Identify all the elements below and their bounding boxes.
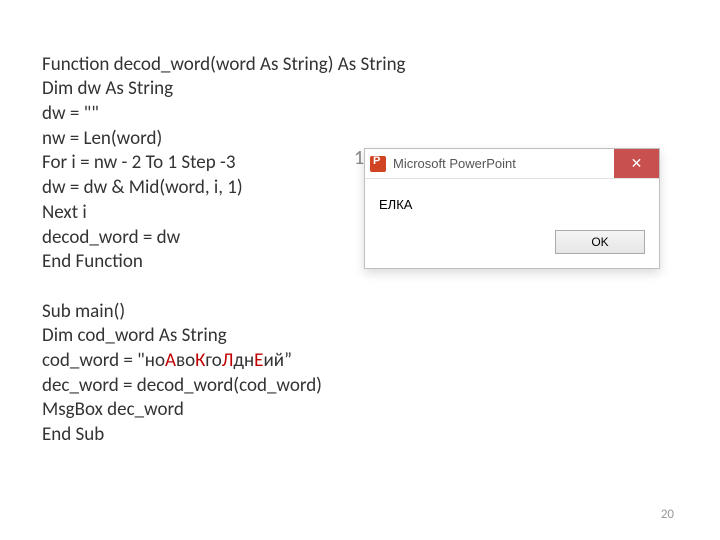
code-line: nw = Len(word) (42, 127, 162, 150)
close-icon: ✕ (631, 155, 643, 172)
truncated-number: 1 (354, 146, 364, 170)
code-line: Sub main() (42, 300, 125, 323)
page-number: 20 (661, 507, 674, 522)
code-line: Function decod_word(word As String) As S… (42, 53, 406, 76)
code-line: Dim dw As String (42, 77, 173, 100)
ok-button[interactable]: OK (555, 230, 645, 254)
dialog-message: ЕЛКА (365, 179, 659, 222)
code-line: Dim cod_word As String (42, 324, 227, 347)
code-line: For i = nw - 2 To 1 Step -3 (42, 151, 235, 174)
powerpoint-icon (370, 156, 386, 172)
code-line: MsgBox dec_word (42, 398, 184, 421)
message-box: Microsoft PowerPoint ✕ ЕЛКА OK (364, 148, 660, 269)
code-line: dw = "" (42, 102, 99, 125)
code-line: decod_word = dw (42, 226, 180, 249)
highlight-K: К (195, 349, 205, 372)
code-line: End Function (42, 250, 143, 273)
dialog-title: Microsoft PowerPoint (391, 149, 614, 178)
titlebar: Microsoft PowerPoint ✕ (365, 149, 659, 179)
highlight-L: Л (222, 349, 234, 372)
highlight-A: А (165, 349, 176, 372)
code-line: Next i (42, 201, 87, 224)
close-button[interactable]: ✕ (614, 149, 659, 178)
code-line: End Sub (42, 423, 104, 446)
code-line: dw = dw & Mid(word, i, 1) (42, 176, 243, 199)
code-line: dec_word = decod_word(cod_word) (42, 374, 322, 397)
code-line: cod_word = "ноАвоКгоЛднЕий” (42, 349, 292, 372)
